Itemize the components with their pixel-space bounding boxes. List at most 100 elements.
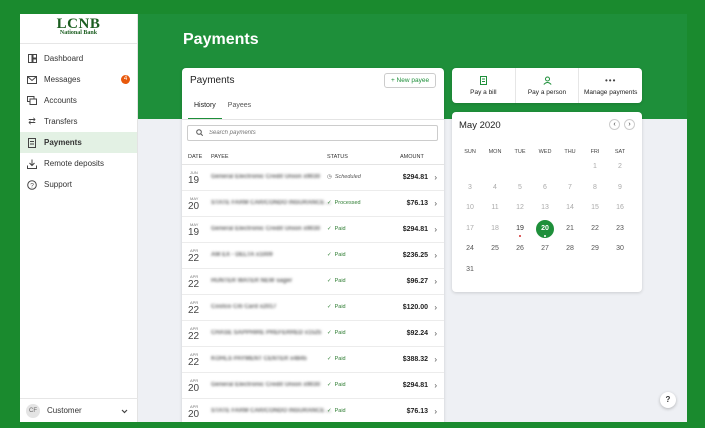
calendar-day[interactable]: 27 — [533, 245, 557, 252]
sidebar-item-accounts[interactable]: Accounts — [20, 90, 137, 111]
sidebar-item-label: Messages — [44, 75, 81, 84]
calendar-day[interactable]: 15 — [583, 204, 607, 211]
calendar-day[interactable]: 26 — [508, 245, 532, 252]
bank-logo[interactable]: LCNB National Bank — [20, 14, 137, 44]
svg-text:?: ? — [30, 182, 34, 189]
calendar-day[interactable]: 6 — [533, 184, 557, 191]
payment-amount: $76.13 — [406, 408, 428, 415]
calendar-day[interactable]: 11 — [483, 204, 507, 211]
sidebar-item-remote-deposits[interactable]: Remote deposits — [20, 153, 137, 174]
calendar-day[interactable]: 28 — [558, 245, 582, 252]
search-box[interactable] — [187, 125, 438, 141]
calendar-day[interactable]: 14 — [558, 204, 582, 211]
pay-bill-label: Pay a bill — [470, 88, 497, 96]
calendar-day[interactable]: 8 — [583, 184, 607, 191]
calendar-day[interactable]: 17 — [458, 225, 482, 232]
tab-payees[interactable]: Payees — [222, 100, 257, 120]
calendar-day[interactable]: 1 — [583, 163, 607, 170]
calendar-day[interactable]: 19 — [508, 225, 532, 232]
chevron-right-icon: › — [434, 381, 437, 390]
payment-amount: $236.25 — [402, 252, 428, 259]
table-row[interactable]: MAY 20 STATE FARM CAR/CONDO INSURANCE ... ✓… — [182, 192, 444, 217]
calendar-day[interactable]: 5 — [508, 184, 532, 191]
calendar-day[interactable]: 18 — [483, 225, 507, 232]
page-title: Payments — [183, 31, 259, 48]
column-amount[interactable]: AMOUNT — [400, 154, 424, 160]
pay-person-button[interactable]: Pay a person — [516, 68, 580, 103]
bill-icon — [479, 75, 487, 86]
calendar-day[interactable]: 2 — [608, 163, 632, 170]
table-row[interactable]: APR 22 CHASE SAPPHIRE PREFERRED x1525 ✓ Paid… — [182, 322, 444, 347]
calendar-day[interactable]: 31 — [458, 266, 482, 273]
payment-status: ✓ Paid — [327, 408, 346, 414]
table-row[interactable]: APR 20 General Electronic Credit Union x90… — [182, 374, 444, 399]
table-row[interactable]: APR 22 Costco Citi Card x2017 ✓ Paid $120.00 › — [182, 296, 444, 321]
calendar-day[interactable]: 9 — [608, 184, 632, 191]
calendar-day[interactable]: 3 — [458, 184, 482, 191]
payee-name: General Electronic Credit Union x9030 — [211, 226, 321, 232]
calendar-day[interactable]: 23 — [608, 225, 632, 232]
sidebar-item-label: Payments — [44, 138, 82, 147]
payee-name: KOHLS PAYMENT CENTER x4845 — [211, 356, 307, 362]
calendar-day[interactable]: 21 — [558, 225, 582, 232]
payment-day: 22 — [188, 253, 200, 264]
calendar-day[interactable]: 13 — [533, 204, 557, 211]
more-icon: ••• — [604, 75, 617, 85]
accounts-icon — [27, 96, 37, 106]
search-input[interactable] — [209, 130, 409, 136]
clock-icon: ◷ — [327, 174, 332, 180]
payment-status: ✓ Processed — [327, 200, 361, 206]
help-button[interactable]: ? — [660, 392, 676, 408]
payment-amount: $294.81 — [402, 226, 428, 233]
prev-month-button[interactable]: ‹ — [609, 119, 620, 130]
pay-bill-button[interactable]: Pay a bill — [452, 68, 516, 103]
sidebar-item-label: Accounts — [44, 96, 77, 105]
sidebar-item-support[interactable]: ? Support — [20, 174, 137, 195]
check-icon: ✓ — [327, 200, 332, 206]
tab-history[interactable]: History — [188, 100, 222, 120]
payment-status: ✓ Paid — [327, 278, 346, 284]
weekday-label: MON — [488, 149, 502, 155]
payment-amount: $120.00 — [402, 304, 428, 311]
column-status[interactable]: STATUS — [327, 154, 348, 160]
sidebar-item-messages[interactable]: Messages 4 — [20, 69, 137, 90]
column-date[interactable]: DATE — [188, 154, 202, 160]
user-menu[interactable]: CF Customer — [20, 398, 138, 422]
help-circle-icon: ? — [27, 179, 37, 190]
calendar-day[interactable]: 4 — [483, 184, 507, 191]
chevron-right-icon: › — [628, 121, 631, 128]
calendar-day[interactable]: 22 — [583, 225, 607, 232]
weekday-label: FRI — [590, 149, 600, 155]
calendar-day[interactable]: 30 — [608, 245, 632, 252]
table-row[interactable]: APR 22 HUNTER WATER NEW sager ✓ Paid $96.27 › — [182, 270, 444, 295]
status-label: Paid — [334, 304, 346, 310]
next-month-button[interactable]: › — [624, 119, 635, 130]
payment-day: 22 — [188, 331, 200, 342]
person-icon — [542, 76, 552, 86]
weekday-label: SAT — [614, 149, 626, 155]
calendar-day[interactable]: 10 — [458, 204, 482, 211]
sidebar-item-transfers[interactable]: ⇄ Transfers — [20, 111, 137, 132]
table-row[interactable]: APR 20 STATE FARM CAR/CONDO INSURANCE ... ✓… — [182, 400, 444, 422]
status-label: Paid — [334, 408, 346, 414]
calendar-day[interactable]: 25 — [483, 245, 507, 252]
calendar-day[interactable]: 12 — [508, 204, 532, 211]
calendar-day[interactable]: 24 — [458, 245, 482, 252]
download-icon — [27, 159, 37, 169]
transfer-icon: ⇄ — [28, 116, 36, 126]
column-payee[interactable]: PAYEE — [211, 154, 229, 160]
manage-payments-button[interactable]: ••• Manage payments — [579, 68, 642, 103]
calendar-day[interactable]: 29 — [583, 245, 607, 252]
calendar-day[interactable]: 7 — [558, 184, 582, 191]
calendar-day[interactable]: 16 — [608, 204, 632, 211]
new-payee-button[interactable]: + New payee — [384, 73, 436, 88]
table-row[interactable]: JUN 19 General Electronic Credit Union x90… — [182, 166, 444, 191]
sidebar-item-payments[interactable]: Payments — [20, 132, 137, 153]
weekday-label: SUN — [464, 149, 476, 155]
check-icon: ✓ — [327, 382, 332, 388]
sidebar-item-dashboard[interactable]: Dashboard — [20, 48, 137, 69]
table-row[interactable]: APR 22 AM EX - DELTA x1009 ✓ Paid $236.25 › — [182, 244, 444, 269]
payee-name: HUNTER WATER NEW sager — [211, 278, 293, 284]
table-row[interactable]: MAY 19 General Electronic Credit Union x90… — [182, 218, 444, 243]
table-row[interactable]: APR 22 KOHLS PAYMENT CENTER x4845 ✓ Paid $388… — [182, 348, 444, 373]
